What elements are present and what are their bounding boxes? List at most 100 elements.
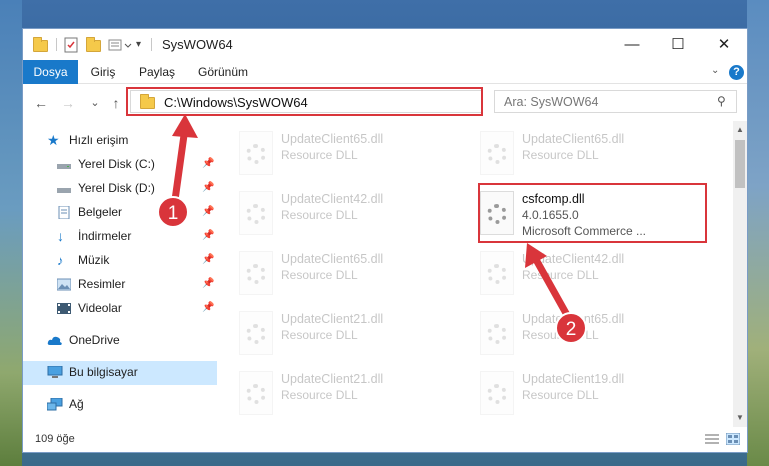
quick-access-dropdown-icon[interactable]: ▾ (136, 37, 146, 53)
maximize-button[interactable]: ☐ (655, 29, 701, 60)
nav-label: Videolar (78, 301, 122, 315)
nav-label: Müzik (78, 253, 110, 267)
item-count: 109 öğe (35, 433, 75, 445)
step-1-badge: 1 (157, 196, 189, 228)
dll-file-icon (480, 311, 514, 355)
search-icon[interactable]: ⚲ (717, 94, 726, 108)
title-bar: ▾ SysWOW64 — ☐ ✕ (23, 29, 747, 60)
nav-label: Yerel Disk (D:) (78, 181, 155, 195)
recent-locations-button[interactable]: ⌄ (86, 94, 104, 112)
new-folder-icon[interactable] (86, 37, 102, 53)
pin-icon[interactable]: 📌 (202, 302, 214, 314)
nav-label: İndirmeler (78, 229, 132, 243)
file-tile[interactable]: UpdateClient65.dll Resource DLL (480, 309, 710, 363)
pin-icon[interactable]: 📌 (202, 230, 214, 242)
tiles-view-icon[interactable] (725, 432, 741, 446)
status-bar: 109 öğe (23, 427, 747, 452)
navigation-pane: ★ Hızlı erişim Yerel Disk (C:) 📌 Yerel D… (23, 121, 217, 427)
pictures-icon (56, 278, 72, 291)
nav-label: Yerel Disk (C:) (78, 157, 155, 171)
file-tile[interactable]: UpdateClient42.dll Resource DLL (239, 189, 469, 243)
nav-item-network[interactable]: Ağ (23, 393, 217, 417)
nav-label: Belgeler (78, 205, 123, 219)
file-tile[interactable]: UpdateClient21.dll Resource DLL (239, 309, 469, 363)
scrollbar-thumb[interactable] (735, 140, 745, 188)
file-tile[interactable]: UpdateClient65.dll Resource DLL (239, 129, 469, 183)
nav-item-videos[interactable]: Videolar 📌 (23, 297, 217, 321)
videos-icon (57, 302, 71, 315)
nav-item-downloads[interactable]: ↓ İndirmeler 📌 (23, 225, 217, 249)
file-tile[interactable]: UpdateClient65.dll Resource DLL (239, 249, 469, 303)
file-name: UpdateClient42.dll (281, 192, 384, 206)
nav-label: Resimler (78, 277, 126, 291)
documents-icon (57, 205, 71, 220)
file-description: Resource DLL (281, 268, 358, 282)
file-description: Resource DLL (281, 388, 358, 402)
file-list: UpdateClient65.dll Resource DLL UpdateCl… (217, 121, 733, 427)
desktop-background-right (747, 0, 769, 466)
pin-icon[interactable]: 📌 (202, 206, 214, 218)
file-description: Resource DLL (522, 388, 599, 402)
nav-item-local-disk-d[interactable]: Yerel Disk (D:) 📌 (23, 177, 217, 201)
nav-item-this-pc[interactable]: Bu bilgisayar (23, 361, 217, 385)
pin-icon[interactable]: 📌 (202, 278, 214, 290)
file-name: UpdateClient65.dll (281, 132, 384, 146)
help-icon[interactable]: ? (729, 65, 744, 80)
forward-button[interactable]: → (59, 94, 77, 112)
nav-item-local-disk-c[interactable]: Yerel Disk (C:) 📌 (23, 153, 217, 177)
folder-icon[interactable] (33, 37, 49, 53)
computer-icon (47, 365, 63, 379)
file-description: Resource DLL (281, 148, 358, 162)
ribbon-tabs: Dosya Giriş Paylaş Görünüm ⌄ ? (23, 60, 747, 84)
file-tile[interactable]: UpdateClient65.dll Resource DLL (480, 129, 710, 183)
file-name: UpdateClient21.dll (281, 312, 384, 326)
file-tile[interactable]: UpdateClient42.dll Resource DLL (480, 249, 710, 303)
dll-file-icon (480, 131, 514, 175)
pin-icon[interactable]: 📌 (202, 158, 214, 170)
scroll-down-icon[interactable]: ▼ (733, 411, 747, 425)
dll-file-icon (239, 311, 273, 355)
tab-share[interactable]: Paylaş (135, 60, 179, 84)
expand-ribbon-icon[interactable]: ⌄ (711, 65, 719, 76)
window-title: SysWOW64 (162, 37, 233, 52)
music-icon: ♪ (57, 253, 64, 268)
nav-label: Bu bilgisayar (69, 365, 138, 379)
dll-file-icon (239, 131, 273, 175)
nav-item-pictures[interactable]: Resimler 📌 (23, 273, 217, 297)
details-view-icon[interactable] (705, 433, 719, 445)
file-description: Resource DLL (281, 208, 358, 222)
nav-quick-access[interactable]: ★ Hızlı erişim (23, 129, 217, 153)
search-input[interactable]: Ara: SysWOW64 ⚲ (494, 90, 737, 113)
nav-item-onedrive[interactable]: OneDrive (23, 329, 217, 353)
nav-item-music[interactable]: ♪ Müzik 📌 (23, 249, 217, 273)
drive-icon (57, 182, 71, 195)
back-button[interactable]: ← (32, 94, 50, 112)
close-button[interactable]: ✕ (701, 29, 747, 60)
minimize-button[interactable]: — (609, 29, 655, 60)
file-highlight-box (478, 183, 707, 243)
vertical-scrollbar[interactable]: ▲ ▼ (733, 121, 747, 427)
tab-home[interactable]: Giriş (84, 60, 122, 84)
properties-icon[interactable] (64, 37, 80, 53)
file-name: UpdateClient21.dll (281, 372, 384, 386)
drive-icon (57, 158, 71, 171)
file-tile[interactable]: UpdateClient21.dll Resource DLL (239, 369, 469, 423)
pin-icon[interactable]: 📌 (202, 254, 214, 266)
dll-file-icon (239, 371, 273, 415)
file-description: Resource DLL (281, 328, 358, 342)
nav-label: Hızlı erişim (69, 133, 129, 147)
tab-file[interactable]: Dosya (23, 60, 78, 84)
file-description: Resource DLL (522, 268, 599, 282)
file-name: UpdateClient65.dll (522, 132, 625, 146)
tab-view[interactable]: Görünüm (195, 60, 251, 84)
dll-file-icon (480, 371, 514, 415)
pin-icon[interactable]: 📌 (202, 182, 214, 194)
dll-file-icon (239, 191, 273, 235)
desktop-background-left (0, 0, 22, 466)
scroll-up-icon[interactable]: ▲ (733, 123, 747, 137)
customize-toolbar-icon[interactable] (108, 37, 134, 53)
address-highlight-box (126, 87, 483, 116)
file-tile[interactable]: UpdateClient19.dll Resource DLL (480, 369, 710, 423)
up-button[interactable]: ↑ (107, 94, 125, 112)
file-description: Resource DLL (522, 148, 599, 162)
